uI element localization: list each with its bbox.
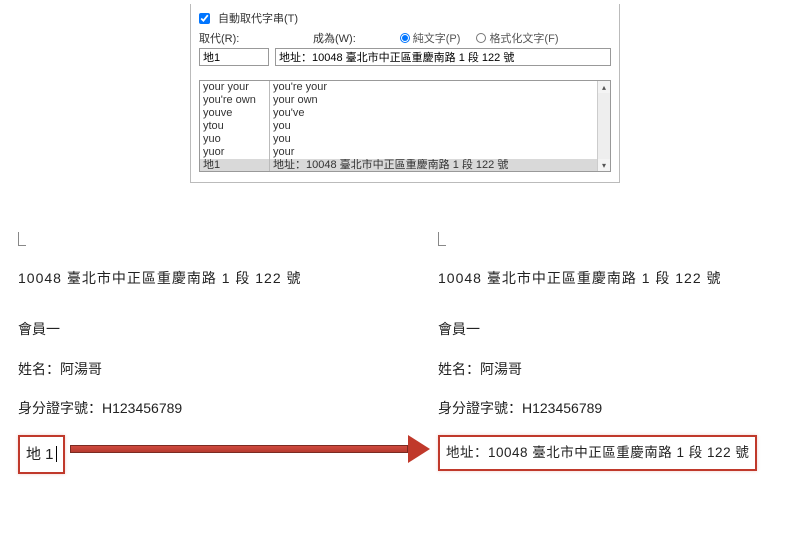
list-item[interactable]: yuor (200, 146, 269, 159)
auto-replace-label: 自動取代字串(T) (218, 10, 298, 26)
list-item[interactable]: you're your (270, 81, 610, 94)
scroll-up-icon[interactable]: ▴ (598, 81, 610, 93)
auto-replace-checkbox[interactable] (199, 13, 210, 24)
address-header: 10048 臺北市中正區重慶南路 1 段 122 號 (438, 266, 798, 291)
list-item[interactable]: your (270, 146, 610, 159)
radio-plain-label: 純文字(P) (413, 30, 461, 46)
radio-format[interactable] (476, 33, 486, 43)
typed-full-text: 地址：10048 臺北市中正區重慶南路 1 段 122 號 (446, 445, 749, 460)
radio-plain-wrap[interactable]: 純文字(P) (400, 30, 461, 46)
list-item[interactable]: you've (270, 107, 610, 120)
with-label: 成為(W): (313, 30, 356, 46)
scrollbar[interactable]: ▴ ▾ (597, 81, 610, 171)
name-line: 姓名：阿湯哥 (438, 357, 798, 382)
list-item[interactable]: your your (200, 81, 269, 94)
radio-format-wrap[interactable]: 格式化文字(F) (476, 30, 558, 46)
list-item[interactable]: you're own (200, 94, 269, 107)
member-label: 會員一 (18, 317, 378, 342)
member-label: 會員一 (438, 317, 798, 342)
list-item-selected[interactable]: 地址：10048 臺北市中正區重慶南路 1 段 122 號 (270, 159, 610, 172)
list-item[interactable]: you (270, 120, 610, 133)
list-body: your your you're own youve ytou yuo yuor… (200, 81, 610, 171)
list-item-selected[interactable]: 地1 (200, 159, 269, 172)
list-item[interactable]: ytou (200, 120, 269, 133)
autocorrect-panel: 自動取代字串(T) 取代(R): 成為(W): 純文字(P) 格式化文字(F) … (190, 4, 620, 183)
caret-icon (56, 446, 57, 462)
autocorrect-list[interactable]: your your you're own youve ytou yuo yuor… (199, 80, 611, 172)
list-item[interactable]: your own (270, 94, 610, 107)
arrow-icon (70, 438, 430, 460)
arrow-shaft (70, 445, 408, 453)
radio-format-label: 格式化文字(F) (489, 30, 558, 46)
doc-after: 10048 臺北市中正區重慶南路 1 段 122 號 會員一 姓名：阿湯哥 身分… (438, 232, 798, 471)
address-header: 10048 臺北市中正區重慶南路 1 段 122 號 (18, 266, 378, 291)
corner-mark-icon (438, 232, 446, 246)
scroll-down-icon[interactable]: ▾ (598, 159, 610, 171)
list-item[interactable]: yuo (200, 133, 269, 146)
typed-short-box[interactable]: 地 1 (18, 435, 65, 474)
with-input[interactable] (275, 48, 611, 66)
replace-input[interactable] (199, 48, 269, 66)
id-line: 身分證字號：H123456789 (438, 396, 798, 421)
id-line: 身分證字號：H123456789 (18, 396, 378, 421)
corner-mark-icon (18, 232, 26, 246)
list-item[interactable]: youve (200, 107, 269, 120)
radio-plain[interactable] (400, 33, 410, 43)
list-item[interactable]: you (270, 133, 610, 146)
name-line: 姓名：阿湯哥 (18, 357, 378, 382)
arrow-head-icon (408, 435, 430, 463)
typed-short-text: 地 1 (26, 441, 54, 468)
typed-full-box: 地址：10048 臺北市中正區重慶南路 1 段 122 號 (438, 435, 757, 471)
replace-label: 取代(R): (199, 30, 269, 46)
